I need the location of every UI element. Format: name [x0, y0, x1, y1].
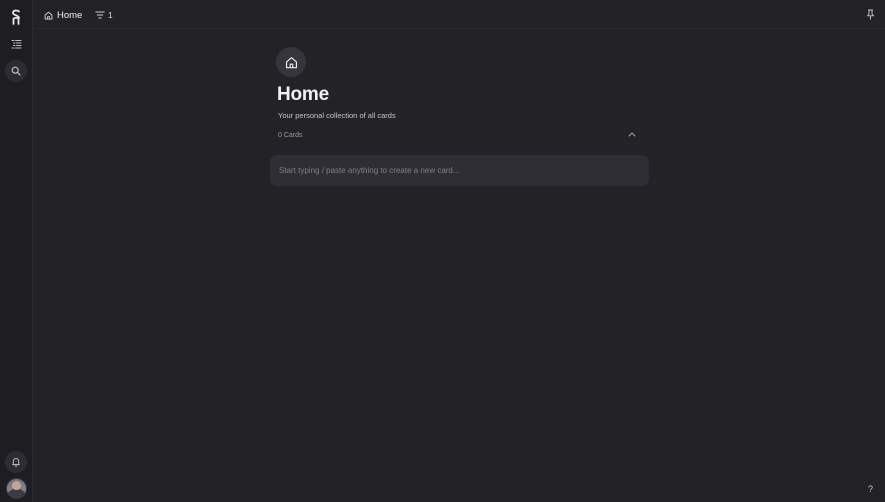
breadcrumb[interactable]: Home	[44, 8, 82, 22]
page-title: Home	[277, 84, 329, 105]
filter-count: 1	[108, 10, 113, 20]
search-icon	[11, 66, 21, 76]
search-button[interactable]	[5, 60, 27, 82]
logo-icon[interactable]	[5, 6, 27, 28]
filter-button[interactable]: 1	[95, 8, 113, 22]
new-card-input[interactable]	[279, 166, 649, 175]
help-button[interactable]: ?	[868, 484, 873, 494]
collapse-button[interactable]	[626, 129, 637, 140]
sidebar	[0, 0, 33, 502]
home-icon	[44, 11, 53, 20]
filter-icon	[95, 11, 105, 19]
chevron-up-icon	[628, 132, 636, 137]
tree-list-icon[interactable]	[5, 33, 27, 55]
new-card-box[interactable]	[270, 155, 649, 186]
avatar[interactable]	[6, 478, 27, 499]
bell-icon	[11, 457, 21, 467]
pin-button[interactable]	[863, 7, 877, 21]
page-subtitle: Your personal collection of all cards	[278, 111, 396, 120]
pin-icon	[866, 9, 875, 20]
page-icon	[276, 47, 306, 77]
topbar: Home 1	[33, 0, 885, 29]
notifications-button[interactable]	[5, 451, 27, 473]
breadcrumb-label: Home	[57, 9, 83, 21]
app-window: Home 1 Home Your personal collection of …	[0, 0, 885, 502]
home-icon	[285, 56, 298, 69]
card-count: 0 Cards	[278, 132, 303, 139]
